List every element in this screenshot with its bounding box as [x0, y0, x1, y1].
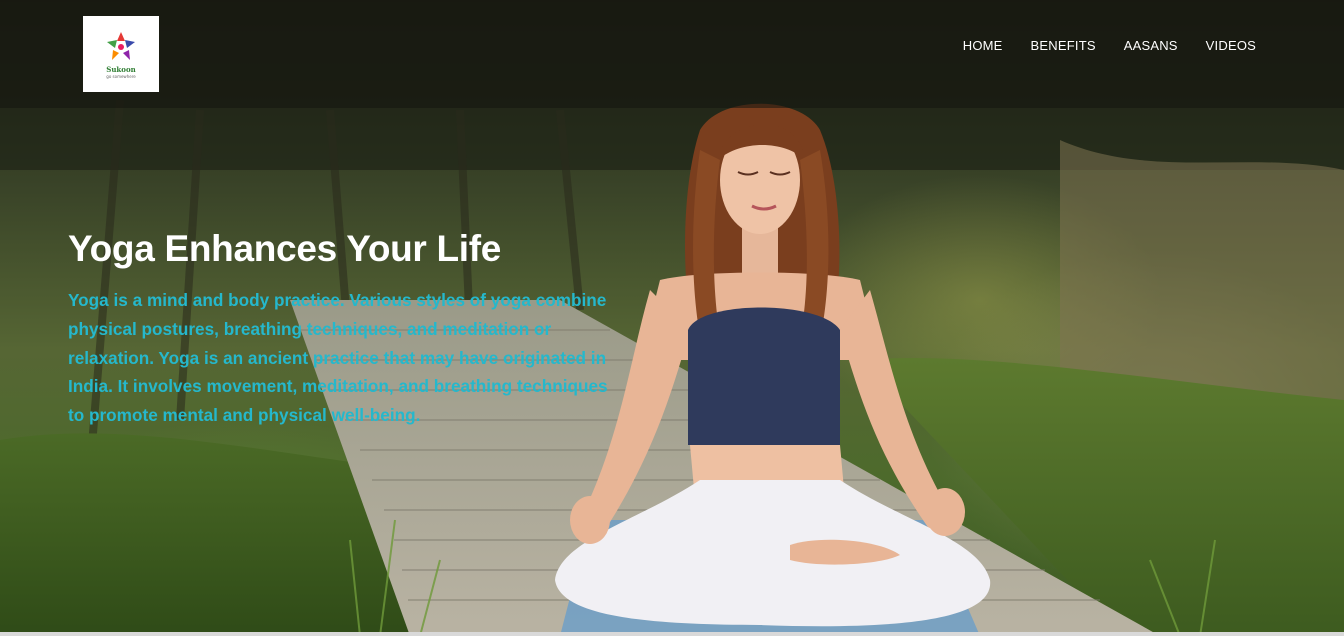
- nav-benefits-link[interactable]: BENEFITS: [1031, 38, 1096, 53]
- lotus-logo-icon: [107, 31, 135, 60]
- logo-brand-text: Sukoon: [106, 64, 136, 74]
- page-bottom-edge: [0, 632, 1344, 636]
- hero-title: Yoga Enhances Your Life: [68, 228, 502, 269]
- site-logo[interactable]: Sukoon go somewhere: [83, 16, 159, 92]
- top-navbar: Sukoon go somewhere HOME BENEFITS AASANS…: [0, 0, 1344, 108]
- hero-description: Yoga is a mind and body practice. Variou…: [68, 290, 608, 426]
- hero-section: Sukoon go somewhere HOME BENEFITS AASANS…: [0, 0, 1344, 636]
- nav-videos-link[interactable]: VIDEOS: [1206, 38, 1256, 53]
- logo-tagline: go somewhere: [106, 73, 136, 79]
- nav-aasans-link[interactable]: AASANS: [1124, 38, 1178, 53]
- nav-home-link[interactable]: HOME: [963, 38, 1003, 53]
- main-navigation: HOME BENEFITS AASANS VIDEOS: [963, 38, 1256, 53]
